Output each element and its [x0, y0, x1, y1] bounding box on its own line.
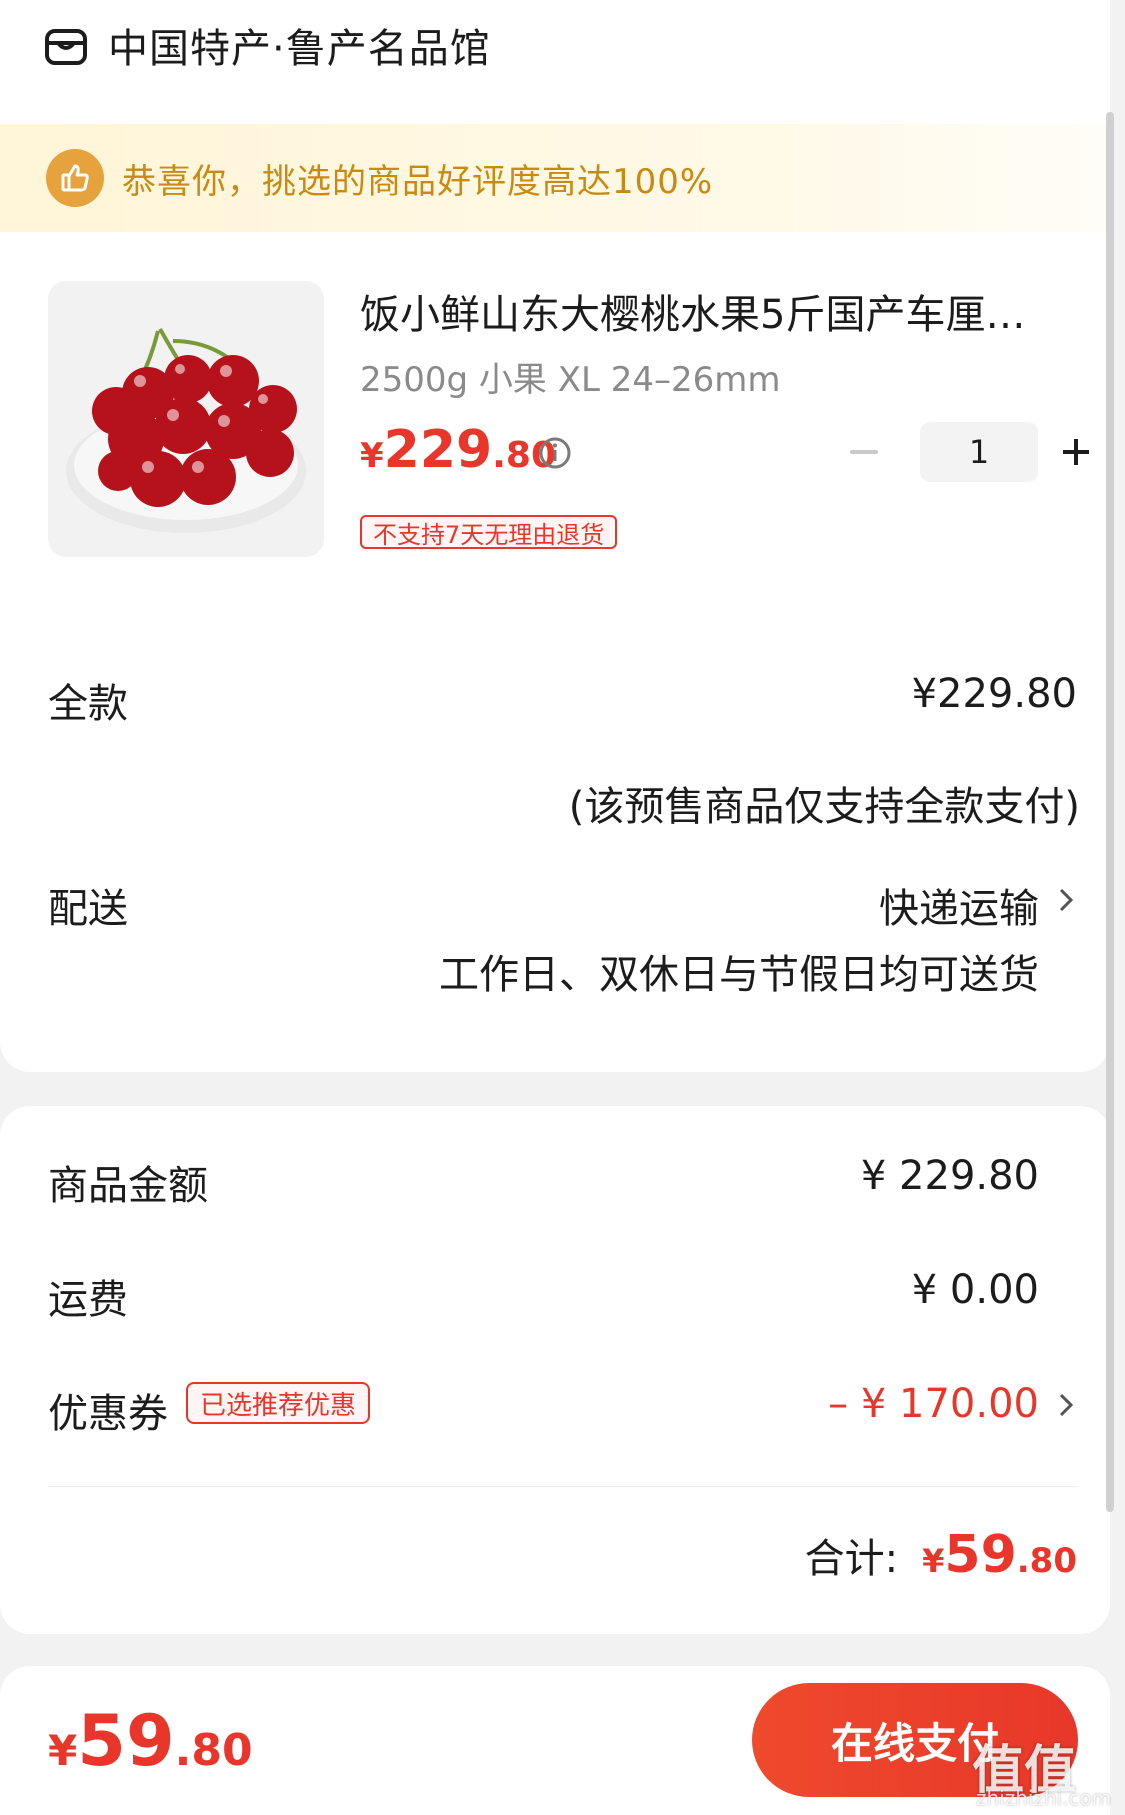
- coupon-value[interactable]: – ¥ 170.00: [828, 1381, 1039, 1427]
- delivery-note: 工作日、双休日与节假日均可送货: [439, 952, 1039, 998]
- bottom-price-integer: 59: [77, 1700, 175, 1782]
- bottom-price-symbol: ¥: [48, 1726, 78, 1775]
- total-symbol: ¥: [922, 1542, 945, 1580]
- price-symbol: ¥: [360, 436, 384, 476]
- delivery-label: 配送: [48, 886, 128, 932]
- rating-banner: 恭喜你，挑选的商品好评度高达100%: [0, 124, 1110, 232]
- checkout-page: 中国特产·鲁产名品馆 恭喜你，挑选的商品好评度高达100% 饭小鲜山东大樱桃水果…: [0, 0, 1125, 1815]
- quantity-stepper: 1: [850, 422, 1100, 482]
- plus-icon[interactable]: [1052, 428, 1100, 476]
- price-integer: 229: [383, 420, 493, 480]
- minus-icon[interactable]: [850, 450, 878, 454]
- total-decimal: .80: [1016, 1541, 1077, 1581]
- product-price: ¥ 229 .80: [360, 420, 556, 480]
- bottom-price: ¥ 59 .80: [48, 1700, 253, 1782]
- shipping-label: 运费: [48, 1277, 128, 1323]
- goods-amount-label: 商品金额: [48, 1163, 208, 1209]
- coupon-label: 优惠券: [48, 1391, 168, 1437]
- info-icon[interactable]: [538, 436, 572, 470]
- watermark-url: zhizhizhi.com: [976, 1786, 1112, 1810]
- order-total: 合计: ¥ 59 .80: [805, 1525, 1077, 1585]
- thumbs-up-icon: [46, 149, 104, 207]
- total-label: 合计:: [804, 1536, 899, 1582]
- total-amount: ¥ 59 .80: [922, 1525, 1077, 1585]
- coupon-tag: 已选推荐优惠: [186, 1382, 371, 1424]
- chevron-right-icon[interactable]: [1059, 1393, 1073, 1417]
- chevron-right-icon[interactable]: [1059, 888, 1073, 912]
- quantity-value[interactable]: 1: [920, 422, 1038, 482]
- return-policy-tag: 不支持7天无理由退货: [360, 515, 618, 549]
- product-spec: 2500g 小果 XL 24–26mm: [360, 360, 781, 400]
- goods-amount-value: ¥ 229.80: [860, 1153, 1039, 1199]
- product-image[interactable]: [48, 281, 324, 557]
- product-title[interactable]: 饭小鲜山东大樱桃水果5斤国产车厘…: [360, 282, 1060, 340]
- delivery-method[interactable]: 快递运输: [879, 876, 1039, 934]
- store-name: 中国特产·鲁产名品馆: [108, 26, 491, 72]
- payment-note: (该预售商品仅支持全款支付): [568, 784, 1080, 830]
- total-integer: 59: [944, 1525, 1017, 1585]
- scrollbar[interactable]: [1106, 112, 1114, 1512]
- payment-label: 全款: [48, 681, 128, 727]
- bottom-price-decimal: .80: [174, 1725, 253, 1776]
- cherries-photo: [66, 328, 306, 533]
- shop-icon: [45, 29, 87, 65]
- banner-text: 恭喜你，挑选的商品好评度高达100%: [122, 161, 714, 202]
- store-header[interactable]: 中国特产·鲁产名品馆: [44, 20, 491, 72]
- payment-value: ¥229.80: [911, 671, 1077, 717]
- divider: [48, 1486, 1078, 1487]
- shipping-value: ¥ 0.00: [911, 1267, 1039, 1313]
